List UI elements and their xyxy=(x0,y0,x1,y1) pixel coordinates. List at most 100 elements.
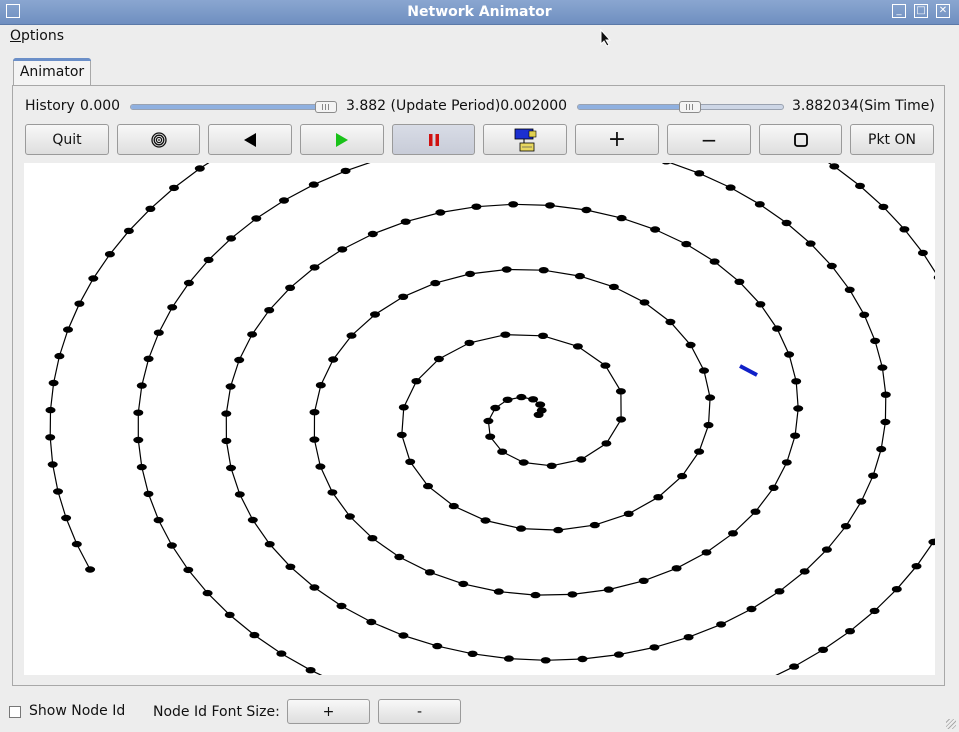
network-node[interactable] xyxy=(601,440,612,447)
network-node[interactable] xyxy=(370,311,380,318)
network-node[interactable] xyxy=(53,488,63,495)
network-node[interactable] xyxy=(202,589,213,597)
network-node[interactable] xyxy=(530,591,541,599)
network-node[interactable] xyxy=(471,203,482,210)
network-node[interactable] xyxy=(251,215,262,222)
network-node[interactable] xyxy=(432,642,443,650)
network-node[interactable] xyxy=(649,644,660,651)
network-node[interactable] xyxy=(279,197,289,204)
network-node[interactable] xyxy=(581,206,592,214)
network-node[interactable] xyxy=(734,278,745,285)
network-node[interactable] xyxy=(153,516,164,524)
network-node[interactable] xyxy=(136,382,147,389)
network-node[interactable] xyxy=(344,513,355,520)
network-node[interactable] xyxy=(577,655,588,663)
network-node[interactable] xyxy=(367,535,378,542)
network-node[interactable] xyxy=(728,530,738,537)
network-node[interactable] xyxy=(709,258,720,265)
network-node[interactable] xyxy=(694,170,705,177)
font-size-increase-button[interactable]: + xyxy=(287,699,370,724)
network-node[interactable] xyxy=(638,577,649,584)
network-node[interactable] xyxy=(221,437,232,445)
network-node[interactable] xyxy=(917,249,928,257)
network-node[interactable] xyxy=(694,448,705,455)
network-node[interactable] xyxy=(576,456,587,463)
network-node[interactable] xyxy=(789,663,800,670)
update-period-slider-handle[interactable] xyxy=(678,101,701,113)
network-node[interactable] xyxy=(799,568,810,575)
reset-button[interactable] xyxy=(759,124,842,155)
network-node[interactable] xyxy=(878,203,889,211)
network-node[interactable] xyxy=(661,163,671,165)
network-node[interactable] xyxy=(781,459,792,466)
network-node[interactable] xyxy=(880,391,891,398)
network-node[interactable] xyxy=(485,433,496,440)
network-node[interactable] xyxy=(845,628,855,635)
network-node[interactable] xyxy=(367,230,378,238)
network-node[interactable] xyxy=(315,463,326,470)
network-node[interactable] xyxy=(88,275,99,282)
network-node[interactable] xyxy=(572,343,583,350)
network-node[interactable] xyxy=(123,227,134,235)
step-back-button[interactable] xyxy=(208,124,292,155)
network-node[interactable] xyxy=(183,566,194,574)
network-node[interactable] xyxy=(623,510,634,517)
network-node[interactable] xyxy=(166,542,177,549)
maximize-icon[interactable]: □ xyxy=(914,4,928,18)
network-node[interactable] xyxy=(346,332,357,339)
network-node[interactable] xyxy=(54,352,65,360)
network-node[interactable] xyxy=(545,202,555,209)
network-node[interactable] xyxy=(768,484,779,491)
network-node[interactable] xyxy=(877,364,888,371)
network-node[interactable] xyxy=(516,393,527,401)
network-node[interactable] xyxy=(247,331,258,338)
resize-grip[interactable] xyxy=(946,719,956,729)
network-node[interactable] xyxy=(480,517,491,524)
network-node[interactable] xyxy=(225,383,236,390)
network-node[interactable] xyxy=(928,538,935,546)
network-node[interactable] xyxy=(167,304,178,311)
network-node[interactable] xyxy=(821,546,832,553)
network-node[interactable] xyxy=(603,586,614,593)
network-node[interactable] xyxy=(71,540,82,548)
network-node[interactable] xyxy=(746,605,757,613)
network-node[interactable] xyxy=(880,418,891,426)
network-node[interactable] xyxy=(755,301,766,308)
network-node[interactable] xyxy=(394,553,405,561)
network-node[interactable] xyxy=(677,472,688,480)
network-node[interactable] xyxy=(503,655,514,662)
network-node[interactable] xyxy=(458,580,469,588)
network-node[interactable] xyxy=(613,651,624,658)
network-node[interactable] xyxy=(516,525,527,532)
network-node[interactable] xyxy=(143,355,154,362)
pkt-toggle-button[interactable]: Pkt ON xyxy=(850,124,934,155)
network-node[interactable] xyxy=(133,436,144,444)
font-size-decrease-button[interactable]: - xyxy=(378,699,461,724)
network-node[interactable] xyxy=(501,266,512,273)
network-node[interactable] xyxy=(194,165,205,172)
network-node[interactable] xyxy=(665,318,676,326)
network-node[interactable] xyxy=(309,584,320,591)
history-slider[interactable] xyxy=(130,104,337,110)
network-node[interactable] xyxy=(869,607,880,615)
network-node[interactable] xyxy=(424,569,435,576)
network-node[interactable] xyxy=(818,646,829,653)
network-node[interactable] xyxy=(899,226,910,233)
network-node[interactable] xyxy=(327,489,338,496)
network-node[interactable] xyxy=(774,588,785,595)
network-node[interactable] xyxy=(448,502,459,510)
menu-options[interactable]: Options xyxy=(10,28,64,44)
network-node[interactable] xyxy=(226,464,236,472)
network-node[interactable] xyxy=(754,201,765,208)
network-node[interactable] xyxy=(305,667,316,674)
network-node[interactable] xyxy=(791,378,802,385)
network-node[interactable] xyxy=(104,251,115,258)
network-node[interactable] xyxy=(405,458,416,465)
network-node[interactable] xyxy=(535,401,546,408)
network-node[interactable] xyxy=(203,256,214,264)
network-node[interactable] xyxy=(538,332,548,339)
play-button[interactable] xyxy=(300,124,384,155)
network-node[interactable] xyxy=(870,337,881,345)
network-node[interactable] xyxy=(683,634,694,641)
network-node[interactable] xyxy=(366,618,377,626)
